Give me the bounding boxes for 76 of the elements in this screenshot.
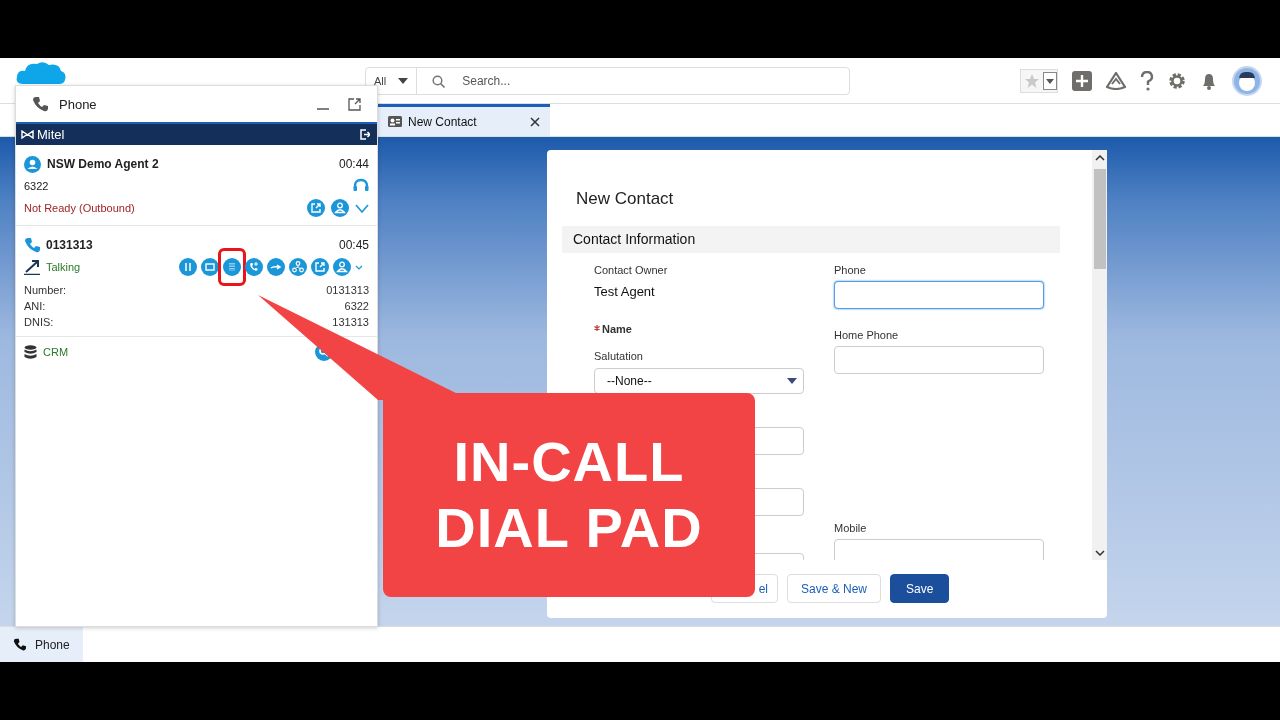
settings-icon[interactable]: [1168, 71, 1186, 90]
add-icon[interactable]: [1072, 70, 1092, 91]
popout-icon[interactable]: [311, 258, 329, 276]
conference-icon[interactable]: [289, 258, 307, 276]
callout-text: IN-CALL: [453, 431, 685, 493]
detail-label: ANI:: [24, 299, 46, 314]
detail-value: 131313: [332, 315, 369, 330]
field-label: Phone: [834, 264, 867, 276]
stop-icon[interactable]: [201, 258, 219, 276]
crm-label: CRM: [43, 346, 70, 358]
phone-icon: [24, 237, 40, 253]
chevron-down-icon[interactable]: [355, 264, 363, 270]
search-icon: [432, 74, 446, 88]
scrollbar-thumb[interactable]: [1093, 169, 1106, 269]
input-field[interactable]: [834, 539, 1044, 560]
form-button[interactable]: Save & New: [787, 574, 882, 603]
favorites-button[interactable]: [1020, 68, 1058, 93]
trailhead-icon[interactable]: [1106, 71, 1126, 90]
search-field[interactable]: Search...: [416, 66, 851, 95]
field-label: Salutation: [594, 350, 644, 362]
hold-icon[interactable]: [179, 258, 197, 276]
headset-icon: [353, 178, 369, 194]
field-label: Home Phone: [834, 329, 900, 341]
bell-icon[interactable]: [1200, 71, 1218, 90]
star-icon: [1025, 73, 1039, 88]
chevron-down-icon[interactable]: [355, 203, 369, 213]
agent-status: Not Ready (Outbound): [24, 202, 136, 214]
caret-icon: [398, 77, 409, 84]
avatar-icon[interactable]: [1232, 65, 1262, 96]
database-icon: [24, 344, 37, 360]
brand-logo-icon: [21, 130, 34, 139]
field-label: Name: [602, 323, 632, 335]
caret-icon: [1043, 71, 1057, 90]
scrollbar[interactable]: [1092, 150, 1107, 560]
brand-name: Mitel: [37, 127, 66, 142]
logout-icon[interactable]: [360, 129, 370, 140]
detail-label: DNIS:: [24, 315, 54, 330]
caret-icon: [787, 378, 797, 384]
extension: 6322: [24, 180, 50, 192]
popout-icon[interactable]: [348, 97, 361, 111]
field-value: Test Agent: [594, 284, 656, 299]
user-icon: [24, 155, 41, 173]
help-icon[interactable]: [1140, 70, 1154, 91]
search-scope-dropdown[interactable]: All: [365, 66, 418, 95]
modal-title: New Contact: [576, 189, 675, 209]
field-label: Mobile: [834, 522, 868, 534]
input-field[interactable]: [834, 281, 1044, 309]
section-header: Contact Information: [562, 226, 1060, 253]
detail-label: Number:: [24, 283, 67, 298]
consult-icon[interactable]: [245, 258, 263, 276]
panel-title: Phone: [59, 96, 98, 112]
contact-icon[interactable]: [331, 199, 349, 217]
input-field[interactable]: [834, 346, 1044, 374]
agent-name: NSW Demo Agent 2: [47, 157, 160, 171]
dialpad-icon[interactable]: [223, 258, 241, 276]
field-label: Contact Owner: [594, 264, 669, 276]
phone-icon: [32, 96, 48, 112]
utility-tab[interactable]: Phone: [0, 627, 83, 662]
timer: 00:45: [338, 238, 369, 252]
timer: 00:44: [338, 157, 369, 171]
call-state: Talking: [46, 261, 82, 273]
popout-icon[interactable]: [307, 199, 325, 217]
talking-icon: [24, 259, 40, 275]
close-icon[interactable]: [530, 116, 540, 127]
phone-icon: [13, 638, 26, 651]
callout-text: DIAL PAD: [435, 497, 703, 559]
contact-card-icon: [388, 116, 402, 127]
detail-value: 6322: [344, 299, 369, 314]
chevron-up-icon: [1094, 155, 1105, 161]
contact-icon[interactable]: [333, 258, 351, 276]
chevron-down-icon: [1094, 550, 1105, 556]
detail-value: 0131313: [326, 283, 369, 298]
tab[interactable]: New Contact: [378, 104, 550, 136]
save-button[interactable]: Save: [890, 574, 950, 603]
cloud-logo-icon: [15, 59, 67, 84]
call-number: 0131313: [46, 238, 94, 252]
